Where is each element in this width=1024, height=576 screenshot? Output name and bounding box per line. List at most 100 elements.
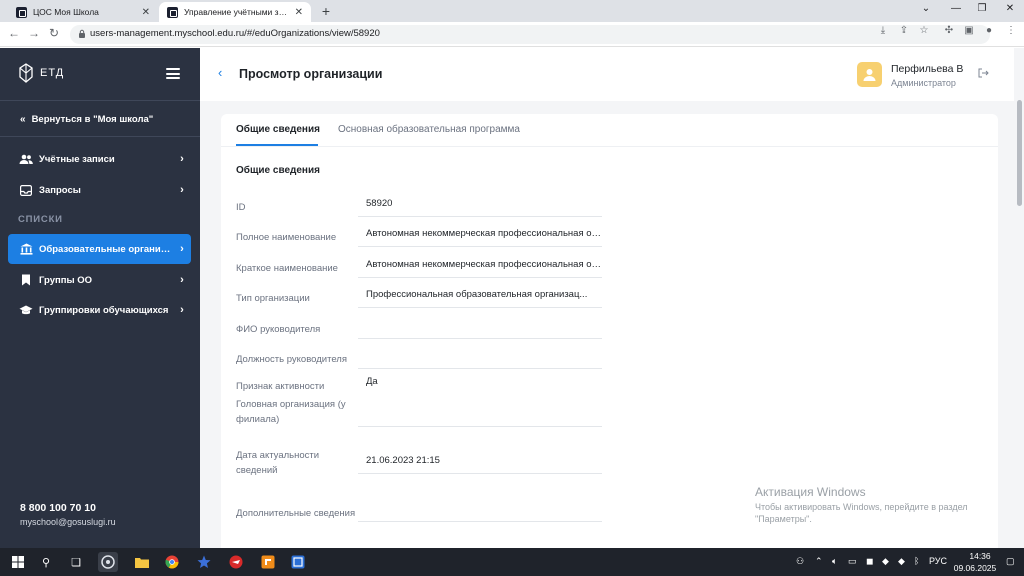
bookmark-icon (19, 274, 33, 286)
sidebar-item-requests[interactable]: Запросы › (8, 175, 191, 205)
scrollbar-thumb[interactable] (1017, 100, 1022, 206)
tray-app-3-icon[interactable]: ◆ (898, 556, 905, 567)
page-header: ‹ Просмотр организации Перфильева В Адми… (200, 48, 1014, 101)
browser-tab-users-management[interactable]: Управление учётными записями ✕ (159, 2, 311, 22)
address-bar[interactable]: users-management.myschool.edu.ru/#/eduOr… (70, 25, 990, 44)
field-label-org-type: Тип организации (236, 293, 310, 304)
tab-main-educational-program[interactable]: Основная образовательная программа (338, 124, 520, 135)
reload-icon[interactable]: ↻ (46, 26, 62, 40)
share-icon[interactable]: ⇪ (897, 25, 911, 36)
card-tabs: Общие сведения Основная образовательная … (221, 114, 998, 147)
tab-close-icon[interactable]: ✕ (295, 7, 303, 18)
tab-search-icon[interactable]: ⌄ (916, 3, 936, 14)
field-value-active-flag: Да (366, 376, 378, 387)
windows-start-icon[interactable] (8, 552, 28, 572)
chevron-right-icon: › (180, 243, 184, 255)
task-view-icon[interactable]: ❏ (66, 552, 86, 572)
user-name: Перфильева В (891, 63, 964, 75)
sidebar-item-oo-groups[interactable]: Группы ОО › (8, 265, 191, 295)
support-email[interactable]: myschool@gosuslugi.ru (20, 517, 116, 527)
maximize-button[interactable]: ❐ (972, 3, 992, 14)
sidebar-item-student-groupings[interactable]: Группировки обучающихся › (8, 295, 191, 325)
sidebar-item-label: Запросы (39, 184, 81, 196)
avatar[interactable] (857, 62, 882, 87)
app-orange-icon[interactable] (258, 552, 278, 572)
profile-icon[interactable]: ● (982, 25, 996, 36)
chrome-icon[interactable] (162, 552, 182, 572)
support-phone[interactable]: 8 800 100 70 10 (20, 502, 96, 514)
browser-tab-strip: ЦОС Моя Школа ✕ Управление учётными запи… (0, 0, 1024, 22)
people-icon[interactable]: ⚇ (796, 556, 804, 567)
user-icon (863, 69, 876, 81)
side-panel-icon[interactable]: ▣ (962, 25, 976, 36)
search-icon[interactable]: ⚲ (36, 552, 56, 572)
sidebar-item-accounts[interactable]: Учётные записи › (8, 144, 191, 174)
notifications-icon[interactable]: ▢ (1006, 556, 1015, 567)
browser-menu-icon[interactable]: ⋮ (1004, 25, 1018, 36)
field-value-head-position (358, 346, 602, 369)
field-label-id: ID (236, 202, 246, 213)
app-red-icon[interactable] (226, 552, 246, 572)
field-label-active-flag: Признак активности (236, 381, 325, 392)
sidebar-item-label: Группировки обучающихся (39, 304, 169, 316)
graduation-cap-icon (19, 304, 33, 316)
minimize-button[interactable]: — (946, 3, 966, 14)
network-icon[interactable]: ▭ (848, 556, 857, 567)
back-chevron-icon[interactable]: ‹ (218, 65, 222, 80)
field-value-additional-info (358, 499, 602, 522)
bookmark-star-icon[interactable]: ☆ (917, 25, 931, 36)
extensions-icon[interactable]: ✣ (942, 25, 956, 36)
windows-activation-subtitle: Чтобы активировать Windows, перейдите в … (755, 502, 968, 524)
chevron-right-icon: › (180, 304, 184, 316)
institution-icon (19, 243, 33, 255)
speaker-icon[interactable]: 🔈︎ (832, 556, 837, 567)
app-myschool-icon[interactable] (98, 552, 118, 572)
back-to-myschool-link[interactable]: « Вернуться в "Моя школа" (20, 114, 153, 125)
file-explorer-icon[interactable] (132, 552, 152, 572)
field-label-actuality-date: Дата актуальности сведений (236, 450, 320, 476)
field-label-head-name: ФИО руководителя (236, 324, 321, 335)
browser-toolbar: ← → ↻ users-management.myschool.edu.ru/#… (0, 22, 1024, 47)
chevron-right-icon: › (180, 274, 184, 286)
chevron-right-icon: › (180, 153, 184, 165)
window-close-button[interactable]: ✕ (1000, 3, 1020, 14)
sidebar-item-label: Образовательные организации (39, 243, 173, 255)
install-app-icon[interactable]: ⤓ (876, 25, 890, 36)
menu-toggle-icon[interactable] (166, 68, 180, 79)
field-value-short-name: Автономная некоммерческая профессиональн… (358, 255, 602, 278)
bluetooth-icon[interactable]: ᛒ (914, 556, 919, 566)
clock-date[interactable]: 09.06.2025 (953, 563, 997, 573)
user-role: Администратор (891, 78, 956, 88)
tray-app-2-icon[interactable]: ◆ (882, 556, 889, 567)
clock-time[interactable]: 14:36 (962, 551, 998, 561)
logo[interactable]: ЕТД (17, 62, 64, 84)
logout-icon[interactable] (978, 68, 989, 81)
tray-app-1-icon[interactable]: ◼ (866, 556, 873, 567)
organization-card: Общие сведения Основная образовательная … (221, 114, 998, 548)
field-value-head-name (358, 316, 602, 339)
language-indicator[interactable]: РУС (929, 556, 947, 566)
logo-text: ЕТД (40, 67, 65, 79)
back-link-label: Вернуться в "Моя школа" (31, 114, 154, 125)
forward-arrow-icon[interactable]: → (26, 26, 42, 40)
back-arrow-icon[interactable]: ← (6, 26, 22, 40)
star-app-icon[interactable] (194, 552, 214, 572)
lock-icon (79, 29, 85, 38)
sidebar-item-label: Учётные записи (39, 153, 115, 165)
browser-tab-moya-shkola[interactable]: ЦОС Моя Школа ✕ (8, 2, 158, 22)
page-scrollbar[interactable] (1014, 48, 1024, 548)
chevron-right-icon: › (180, 184, 184, 196)
users-icon (19, 153, 33, 165)
site-favicon-icon (167, 6, 178, 18)
site-favicon-icon (16, 6, 27, 18)
sidebar-item-label: Группы ОО (39, 274, 92, 286)
tray-expand-icon[interactable]: ⌃ (815, 556, 823, 567)
browser-tab-label: ЦОС Моя Школа (33, 7, 99, 17)
sidebar-section-lists: СПИСКИ (18, 214, 63, 225)
tab-close-icon[interactable]: ✕ (142, 7, 150, 18)
app-blue-icon[interactable] (288, 552, 308, 572)
new-tab-button[interactable]: + (318, 2, 334, 20)
field-value-id: 58920 (358, 194, 602, 217)
sidebar-item-educational-organizations[interactable]: Образовательные организации › (8, 234, 191, 264)
tab-general-info[interactable]: Общие сведения (236, 124, 320, 135)
